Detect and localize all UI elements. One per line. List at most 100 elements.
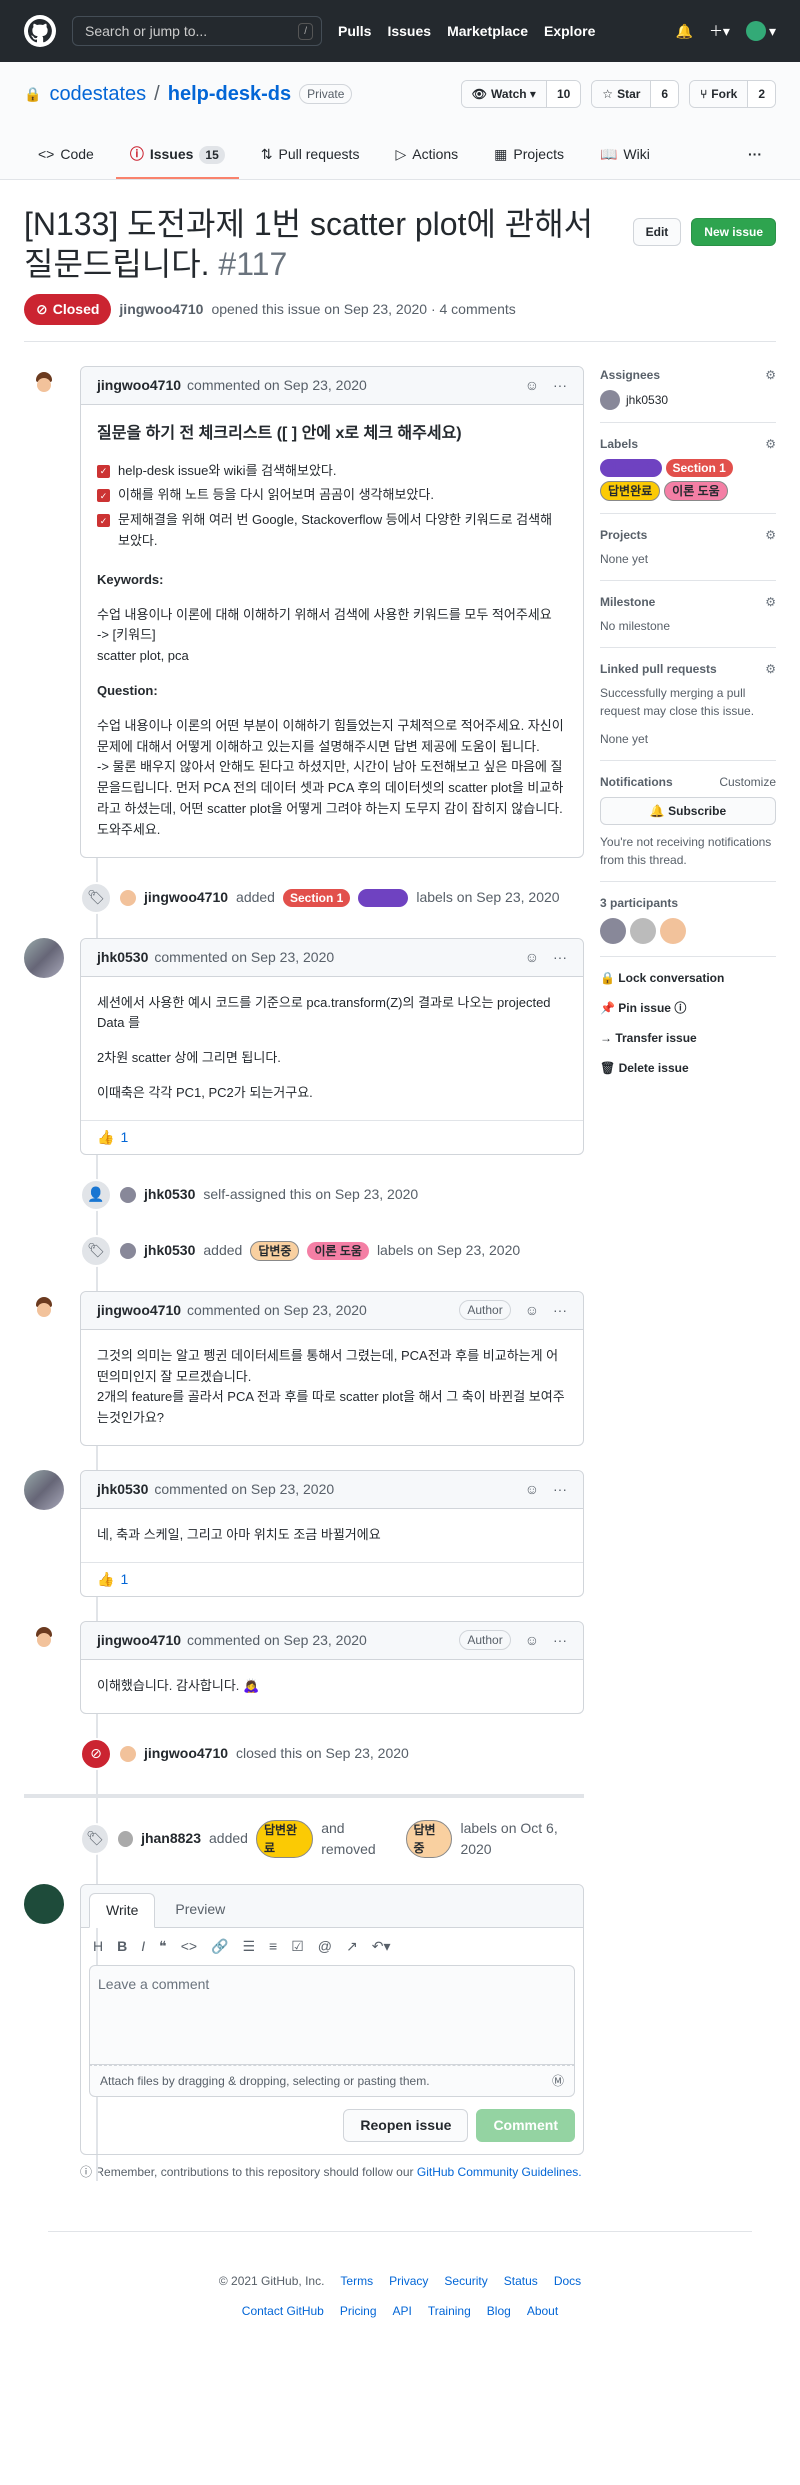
emoji-reaction-icon[interactable]: ☺ [525, 1300, 539, 1321]
code-icon[interactable]: <> [181, 1936, 197, 1957]
star-button[interactable]: ☆ Star 6 [591, 80, 680, 108]
repo-name-link[interactable]: help-desk-ds [168, 79, 291, 109]
kebab-menu-icon[interactable]: ··· [553, 1300, 567, 1321]
label-answered[interactable]: 답변완료 [600, 481, 661, 501]
avatar[interactable] [24, 1290, 64, 1331]
italic-icon[interactable]: I [141, 1936, 145, 1957]
transfer-issue-button[interactable]: → Transfer issue [600, 1029, 776, 1047]
gear-icon[interactable]: ⚙ [765, 435, 776, 453]
label-answered[interactable]: 답변완료 [255, 1819, 314, 1858]
fork-count[interactable]: 2 [747, 81, 775, 107]
edit-button[interactable]: Edit [632, 218, 682, 246]
footer-link-status[interactable]: Status [504, 2272, 538, 2290]
quote-icon[interactable]: ❝ [159, 1936, 167, 1957]
nav-pulls[interactable]: Pulls [338, 21, 371, 42]
tab-wiki[interactable]: 📖 Wiki [586, 136, 664, 179]
avatar-dropdown-icon[interactable]: ▾ [745, 21, 776, 42]
event-user[interactable]: jingwoo4710 [144, 887, 228, 908]
footer-link-api[interactable]: API [393, 2302, 412, 2320]
reaction-thumbs-up[interactable]: 👍 1 [81, 1561, 583, 1596]
event-user[interactable]: jingwoo4710 [144, 1743, 228, 1764]
comment-time[interactable]: commented on Sep 23, 2020 [154, 1479, 334, 1500]
event-user[interactable]: jhk0530 [144, 1240, 195, 1261]
footer-link-docs[interactable]: Docs [554, 2272, 581, 2290]
bullet-list-icon[interactable]: ☰ [242, 1936, 255, 1957]
tab-pull-requests[interactable]: ⇅ Pull requests [247, 136, 374, 179]
bell-icon[interactable]: 🔔 [676, 21, 693, 42]
footer-link-privacy[interactable]: Privacy [389, 2272, 428, 2290]
tab-actions[interactable]: ▷ Actions [381, 136, 472, 179]
footer-link-training[interactable]: Training [428, 2302, 471, 2320]
comment-time[interactable]: commented on Sep 23, 2020 [187, 1630, 367, 1651]
reply-icon[interactable]: ↶▾ [372, 1936, 391, 1957]
gear-icon[interactable]: ⚙ [765, 593, 776, 611]
kebab-menu-icon[interactable]: ··· [553, 947, 567, 968]
nav-marketplace[interactable]: Marketplace [447, 21, 528, 42]
comment-textarea[interactable]: Leave a comment [89, 1964, 575, 2065]
label-section-1[interactable]: Section 1 [282, 888, 351, 907]
mention-icon[interactable]: @ [318, 1936, 332, 1957]
label-answering[interactable]: 답변중 [250, 1240, 300, 1261]
tab-projects[interactable]: ▦ Projects [480, 136, 578, 179]
github-logo-icon[interactable] [24, 15, 56, 47]
emoji-reaction-icon[interactable]: ☺ [525, 947, 539, 968]
tab-code[interactable]: <> Code [24, 136, 108, 179]
footer-link-terms[interactable]: Terms [340, 2272, 373, 2290]
footer-link-blog[interactable]: Blog [487, 2302, 511, 2320]
comment-author[interactable]: jhk0530 [97, 1479, 148, 1500]
avatar[interactable] [120, 1186, 136, 1203]
bold-icon[interactable]: B [117, 1936, 127, 1957]
numbered-list-icon[interactable]: ≡ [269, 1936, 277, 1957]
label-purple[interactable] [358, 888, 409, 907]
reopen-issue-button[interactable]: Reopen issue [343, 2108, 469, 2142]
search-input[interactable]: Search or jump to... / [72, 16, 322, 46]
task-list-icon[interactable]: ☑ [291, 1936, 304, 1957]
footer-link-pricing[interactable]: Pricing [340, 2302, 377, 2320]
plus-dropdown-icon[interactable]: ＋▾ [709, 21, 730, 42]
repo-owner-link[interactable]: codestates [49, 79, 146, 109]
heading-icon[interactable]: H [93, 1936, 103, 1957]
comment-author[interactable]: jingwoo4710 [97, 1300, 181, 1321]
avatar[interactable] [600, 918, 626, 944]
avatar[interactable] [24, 937, 64, 978]
label-theory-help[interactable]: 이론 도움 [600, 459, 662, 477]
comment-author[interactable]: jhk0530 [97, 947, 148, 968]
avatar[interactable] [660, 918, 686, 944]
footer-link-security[interactable]: Security [444, 2272, 487, 2290]
footer-link-contact[interactable]: Contact GitHub [242, 2302, 324, 2320]
attach-files-area[interactable]: Attach files by dragging & dropping, sel… [89, 2064, 575, 2097]
emoji-reaction-icon[interactable]: ☺ [525, 1479, 539, 1500]
gear-icon[interactable]: ⚙ [765, 526, 776, 544]
lock-conversation-button[interactable]: 🔒 Lock conversation [600, 969, 776, 987]
reference-icon[interactable]: ↗ [346, 1936, 358, 1957]
kebab-menu-icon[interactable]: ··· [553, 375, 567, 396]
link-icon[interactable]: 🔗 [211, 1936, 228, 1957]
avatar[interactable] [118, 1830, 134, 1847]
comment-author[interactable]: jingwoo4710 [97, 1630, 181, 1651]
event-user[interactable]: jhan8823 [141, 1828, 201, 1849]
event-user[interactable]: jhk0530 [144, 1184, 195, 1205]
comment-time[interactable]: commented on Sep 23, 2020 [187, 1300, 367, 1321]
avatar[interactable] [600, 390, 620, 410]
avatar[interactable] [24, 1883, 64, 1924]
pin-issue-button[interactable]: 📌 Pin issue ⓘ [600, 999, 776, 1017]
kebab-menu-icon[interactable]: ··· [553, 1479, 567, 1500]
label-section-1[interactable]: Section 1 [665, 459, 733, 477]
nav-explore[interactable]: Explore [544, 21, 595, 42]
avatar[interactable] [630, 918, 656, 944]
gear-icon[interactable]: ⚙ [765, 660, 776, 678]
guidelines-link[interactable]: GitHub Community Guidelines. [417, 2165, 582, 2179]
customize-link[interactable]: Customize [719, 773, 776, 791]
label-theory-help[interactable]: 이론 도움 [664, 481, 728, 501]
label-answering[interactable]: 답변중 [405, 1819, 453, 1858]
kebab-menu-icon[interactable]: ··· [553, 1630, 567, 1651]
avatar[interactable] [24, 366, 64, 406]
avatar[interactable] [24, 1469, 64, 1510]
comment-time[interactable]: commented on Sep 23, 2020 [154, 947, 334, 968]
more-tabs-icon[interactable]: ··· [734, 136, 776, 179]
reaction-thumbs-up[interactable]: 👍 1 [81, 1119, 583, 1154]
tab-issues[interactable]: ⓘ Issues 15 [115, 136, 239, 179]
label-theory-help[interactable]: 이론 도움 [307, 1241, 369, 1260]
footer-link-about[interactable]: About [527, 2302, 558, 2320]
fork-button[interactable]: ⑂ Fork 2 [689, 80, 776, 108]
